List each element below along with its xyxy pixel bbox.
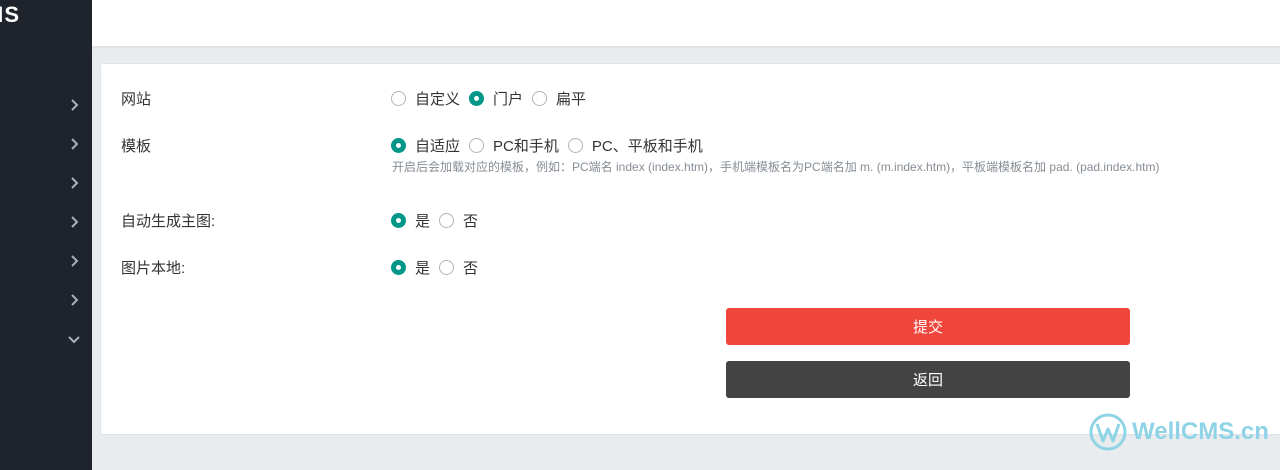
option-label: 门户	[493, 91, 524, 108]
sidebar-chevron-right-icon[interactable]	[66, 292, 82, 308]
website-option-portal[interactable]: 门户	[469, 88, 523, 109]
auto-thumb-option-no[interactable]: 否	[439, 210, 478, 231]
option-label: 否	[463, 213, 479, 230]
local-images-label: 图片本地:	[121, 260, 186, 277]
radio-checked-icon[interactable]	[391, 260, 406, 275]
template-label: 模板	[121, 138, 152, 155]
radio-icon[interactable]	[532, 91, 548, 106]
auto-thumb-option-yes[interactable]: 是	[391, 210, 430, 231]
radio-icon[interactable]	[439, 260, 455, 275]
settings-form-card: 网站 自定义 门户 扁平 模板 自适应 PC和手机 PC、平板和手机 开启后会加…	[100, 63, 1280, 435]
website-label: 网站	[121, 91, 152, 108]
option-label: 自适应	[415, 138, 461, 155]
local-images-option-yes[interactable]: 是	[391, 257, 430, 278]
website-option-custom[interactable]: 自定义	[391, 88, 460, 109]
wellcms-watermark: WellCMS.cn	[1088, 412, 1269, 452]
website-option-flat[interactable]: 扁平	[532, 88, 586, 109]
sidebar-chevron-right-icon[interactable]	[66, 214, 82, 230]
template-radio-group: 自适应 PC和手机 PC、平板和手机	[391, 135, 712, 156]
radio-icon[interactable]	[439, 213, 455, 228]
template-option-pc-mobile[interactable]: PC和手机	[469, 135, 559, 156]
option-label: 是	[415, 260, 431, 277]
option-label: 是	[415, 213, 431, 230]
auto-thumb-radio-group: 是 否	[391, 210, 487, 231]
radio-icon[interactable]	[391, 91, 406, 106]
brand-logo[interactable]: WellCMS	[0, 2, 20, 28]
sidebar: WellCMS	[0, 0, 92, 470]
radio-checked-icon[interactable]	[469, 91, 485, 106]
option-label: PC和手机	[493, 138, 559, 155]
sidebar-chevron-right-icon[interactable]	[66, 253, 82, 269]
auto-thumb-label: 自动生成主图:	[121, 213, 216, 230]
template-help-text: 开启后会加载对应的模板，例如：PC端名 index (index.htm)，手机…	[392, 160, 1160, 174]
option-label: 否	[463, 260, 479, 277]
back-button[interactable]: 返回	[726, 361, 1130, 398]
sidebar-chevron-right-icon[interactable]	[66, 136, 82, 152]
template-option-pc-tablet-mobile[interactable]: PC、平板和手机	[567, 135, 703, 156]
template-option-responsive[interactable]: 自适应	[391, 135, 460, 156]
wellcms-logo-icon	[1089, 413, 1127, 451]
sidebar-chevron-right-icon[interactable]	[66, 175, 82, 191]
top-header-bar	[92, 0, 1280, 46]
website-radio-group: 自定义 门户 扁平	[391, 88, 595, 109]
radio-checked-icon[interactable]	[391, 213, 406, 228]
radio-icon[interactable]	[567, 138, 583, 153]
watermark-text: WellCMS.cn	[1132, 418, 1269, 445]
submit-button[interactable]: 提交	[726, 308, 1130, 345]
option-label: PC、平板和手机	[591, 138, 703, 155]
radio-checked-icon[interactable]	[391, 138, 406, 153]
option-label: 自定义	[415, 91, 461, 108]
local-images-option-no[interactable]: 否	[439, 257, 478, 278]
radio-icon[interactable]	[469, 138, 485, 153]
local-images-radio-group: 是 否	[391, 257, 487, 278]
sidebar-chevron-right-icon[interactable]	[66, 97, 82, 113]
sidebar-chevron-down-icon[interactable]	[66, 331, 82, 347]
option-label: 扁平	[556, 91, 587, 108]
